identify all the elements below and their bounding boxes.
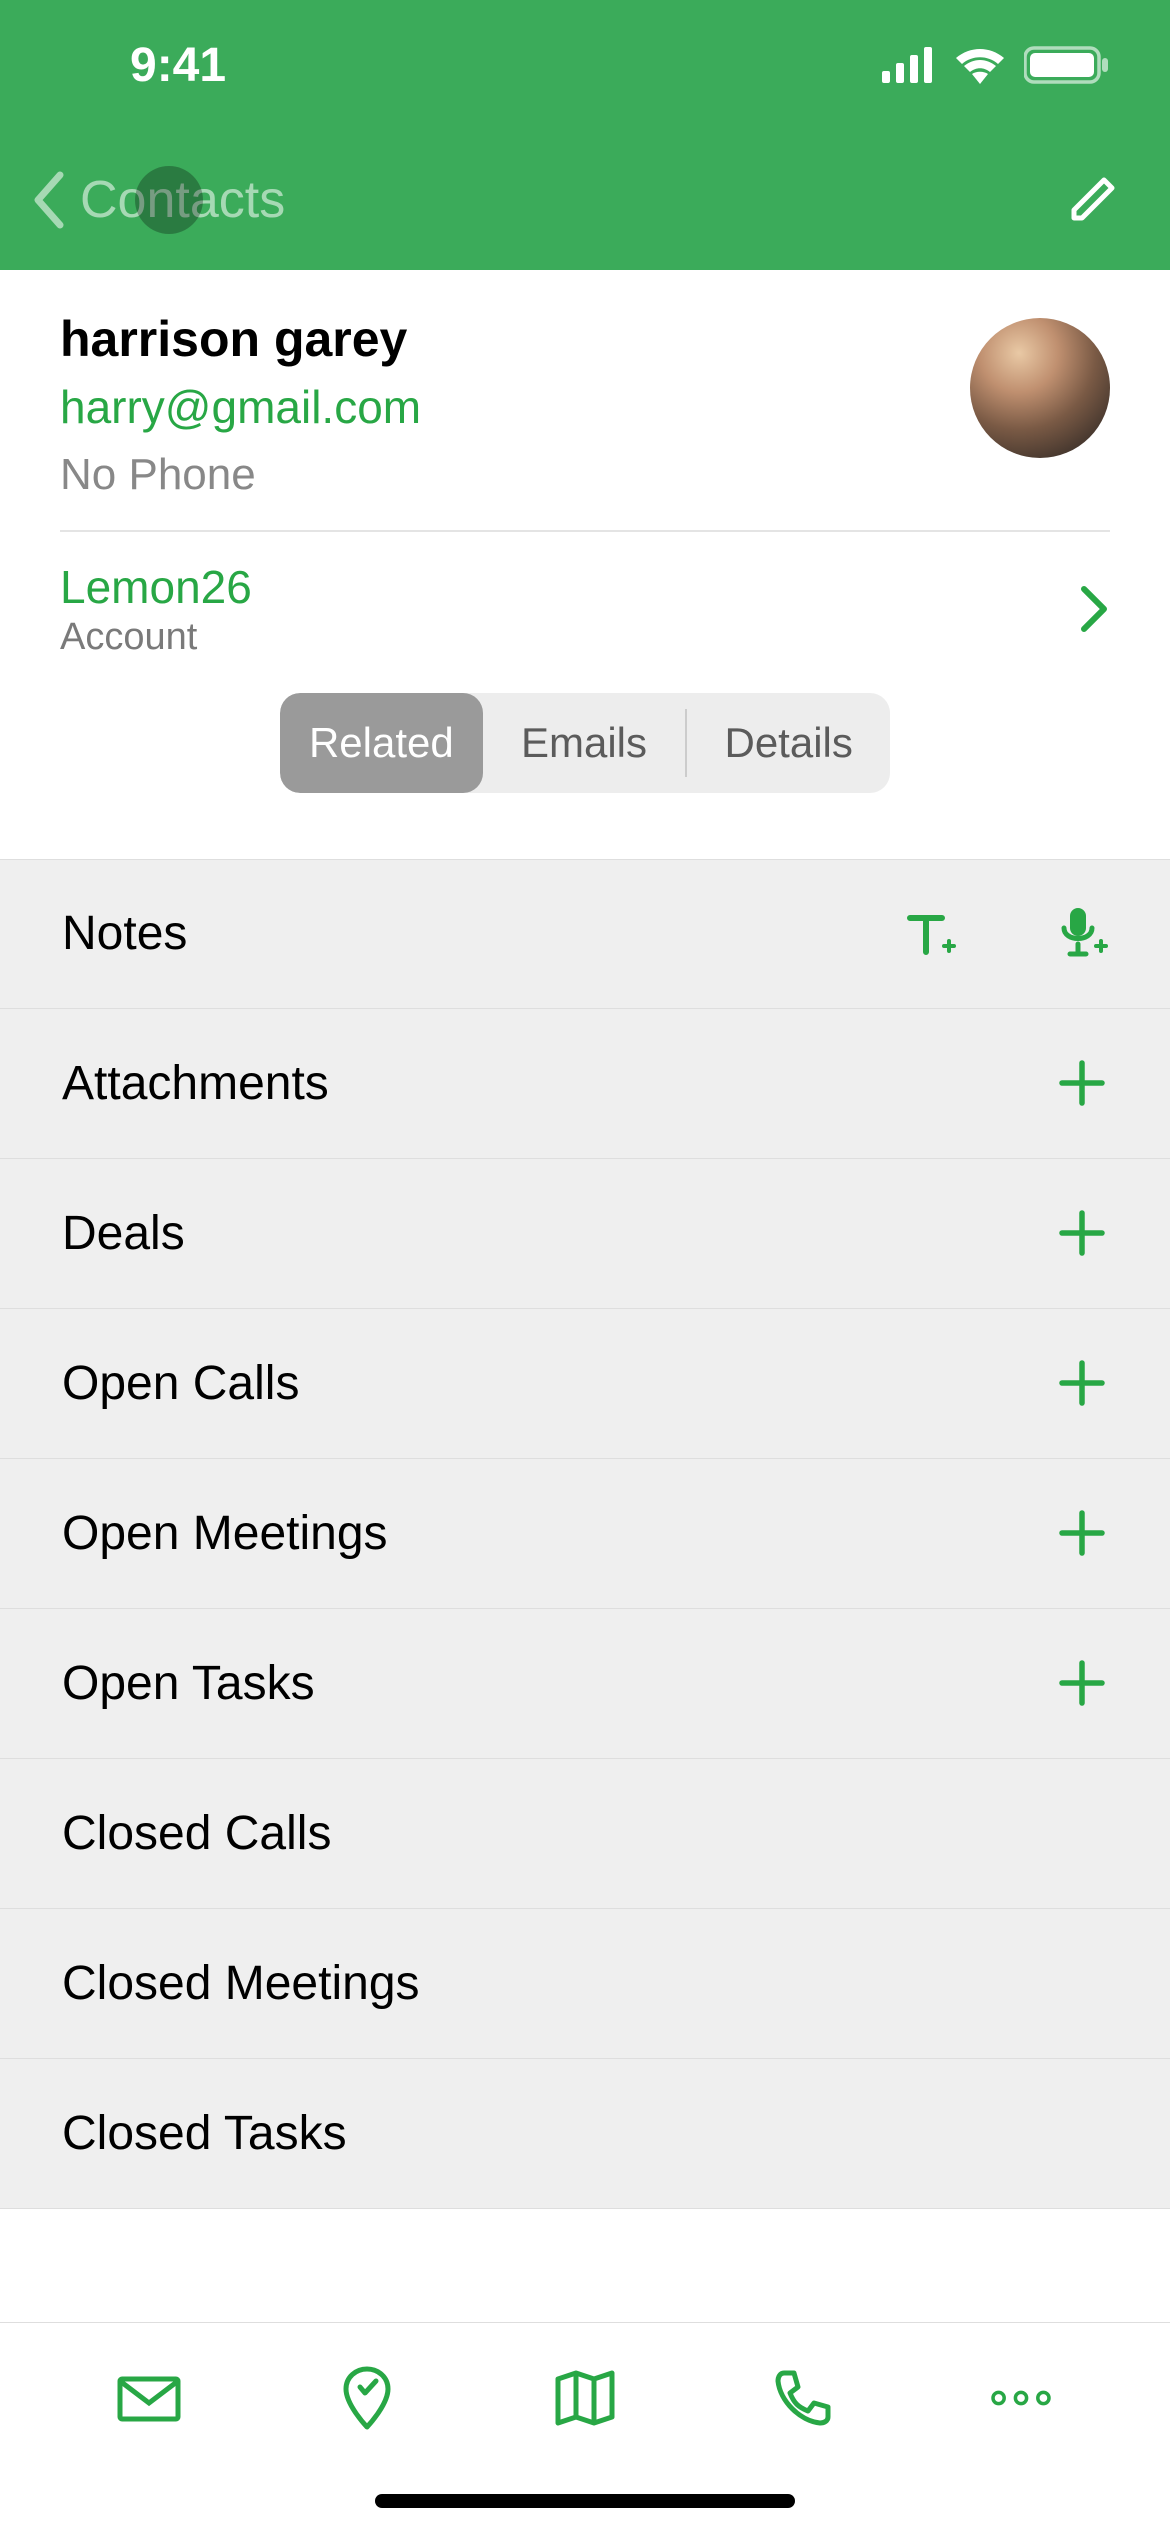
plus-icon[interactable] xyxy=(1056,1657,1108,1709)
nav-header: Contacts xyxy=(0,130,1170,270)
plus-icon[interactable] xyxy=(1056,1507,1108,1559)
section-label: Closed Meetings xyxy=(62,1956,420,2011)
section-closed-tasks[interactable]: Closed Tasks xyxy=(0,2059,1170,2209)
plus-icon[interactable] xyxy=(1056,1057,1108,1109)
section-label: Closed Tasks xyxy=(62,2106,347,2161)
section-label: Deals xyxy=(62,1206,185,1261)
tab-related[interactable]: Related xyxy=(280,693,483,793)
section-deals[interactable]: Deals xyxy=(0,1159,1170,1309)
divider xyxy=(60,530,1110,532)
map-icon[interactable] xyxy=(550,2363,620,2433)
section-label: Open Calls xyxy=(62,1356,299,1411)
account-row[interactable]: Lemon26 Account xyxy=(60,556,1110,683)
signal-icon xyxy=(882,47,936,83)
section-label: Closed Calls xyxy=(62,1806,331,1861)
section-label: Open Meetings xyxy=(62,1506,388,1561)
section-attachments[interactable]: Attachments xyxy=(0,1009,1170,1159)
section-label: Attachments xyxy=(62,1056,329,1111)
tab-emails[interactable]: Emails xyxy=(483,693,686,793)
account-name: Lemon26 xyxy=(60,560,252,614)
plus-icon[interactable] xyxy=(1056,1357,1108,1409)
status-icons xyxy=(882,45,1110,85)
section-label: Open Tasks xyxy=(62,1656,315,1711)
section-open-calls[interactable]: Open Calls xyxy=(0,1309,1170,1459)
contact-card: harrison garey harry@gmail.com No Phone … xyxy=(0,270,1170,859)
section-open-tasks[interactable]: Open Tasks xyxy=(0,1609,1170,1759)
contact-email[interactable]: harry@gmail.com xyxy=(60,380,421,434)
wifi-icon xyxy=(954,46,1006,84)
phone-icon[interactable] xyxy=(768,2363,838,2433)
edit-icon[interactable] xyxy=(1064,172,1120,228)
text-add-icon[interactable] xyxy=(904,908,956,960)
touch-indicator xyxy=(135,166,203,234)
plus-icon[interactable] xyxy=(1056,1207,1108,1259)
home-indicator xyxy=(375,2494,795,2508)
section-closed-calls[interactable]: Closed Calls xyxy=(0,1759,1170,1909)
avatar[interactable] xyxy=(970,318,1110,458)
segmented-control: Related Emails Details xyxy=(280,693,890,793)
section-label: Notes xyxy=(62,906,187,961)
contact-phone: No Phone xyxy=(60,450,421,500)
location-icon[interactable] xyxy=(332,2363,402,2433)
mail-icon[interactable] xyxy=(114,2363,184,2433)
section-open-meetings[interactable]: Open Meetings xyxy=(0,1459,1170,1609)
chevron-right-icon xyxy=(1078,585,1110,633)
chevron-left-icon xyxy=(30,170,70,230)
section-closed-meetings[interactable]: Closed Meetings xyxy=(0,1909,1170,2059)
account-label: Account xyxy=(60,616,252,659)
section-notes[interactable]: Notes xyxy=(0,859,1170,1009)
status-bar: 9:41 xyxy=(0,0,1170,130)
status-time: 9:41 xyxy=(130,38,226,93)
more-icon[interactable] xyxy=(986,2363,1056,2433)
related-list: Notes Attachments Deals Open Calls xyxy=(0,859,1170,2209)
battery-icon xyxy=(1024,45,1110,85)
contact-name: harrison garey xyxy=(60,310,421,368)
mic-add-icon[interactable] xyxy=(1056,906,1108,962)
tab-details[interactable]: Details xyxy=(687,693,890,793)
